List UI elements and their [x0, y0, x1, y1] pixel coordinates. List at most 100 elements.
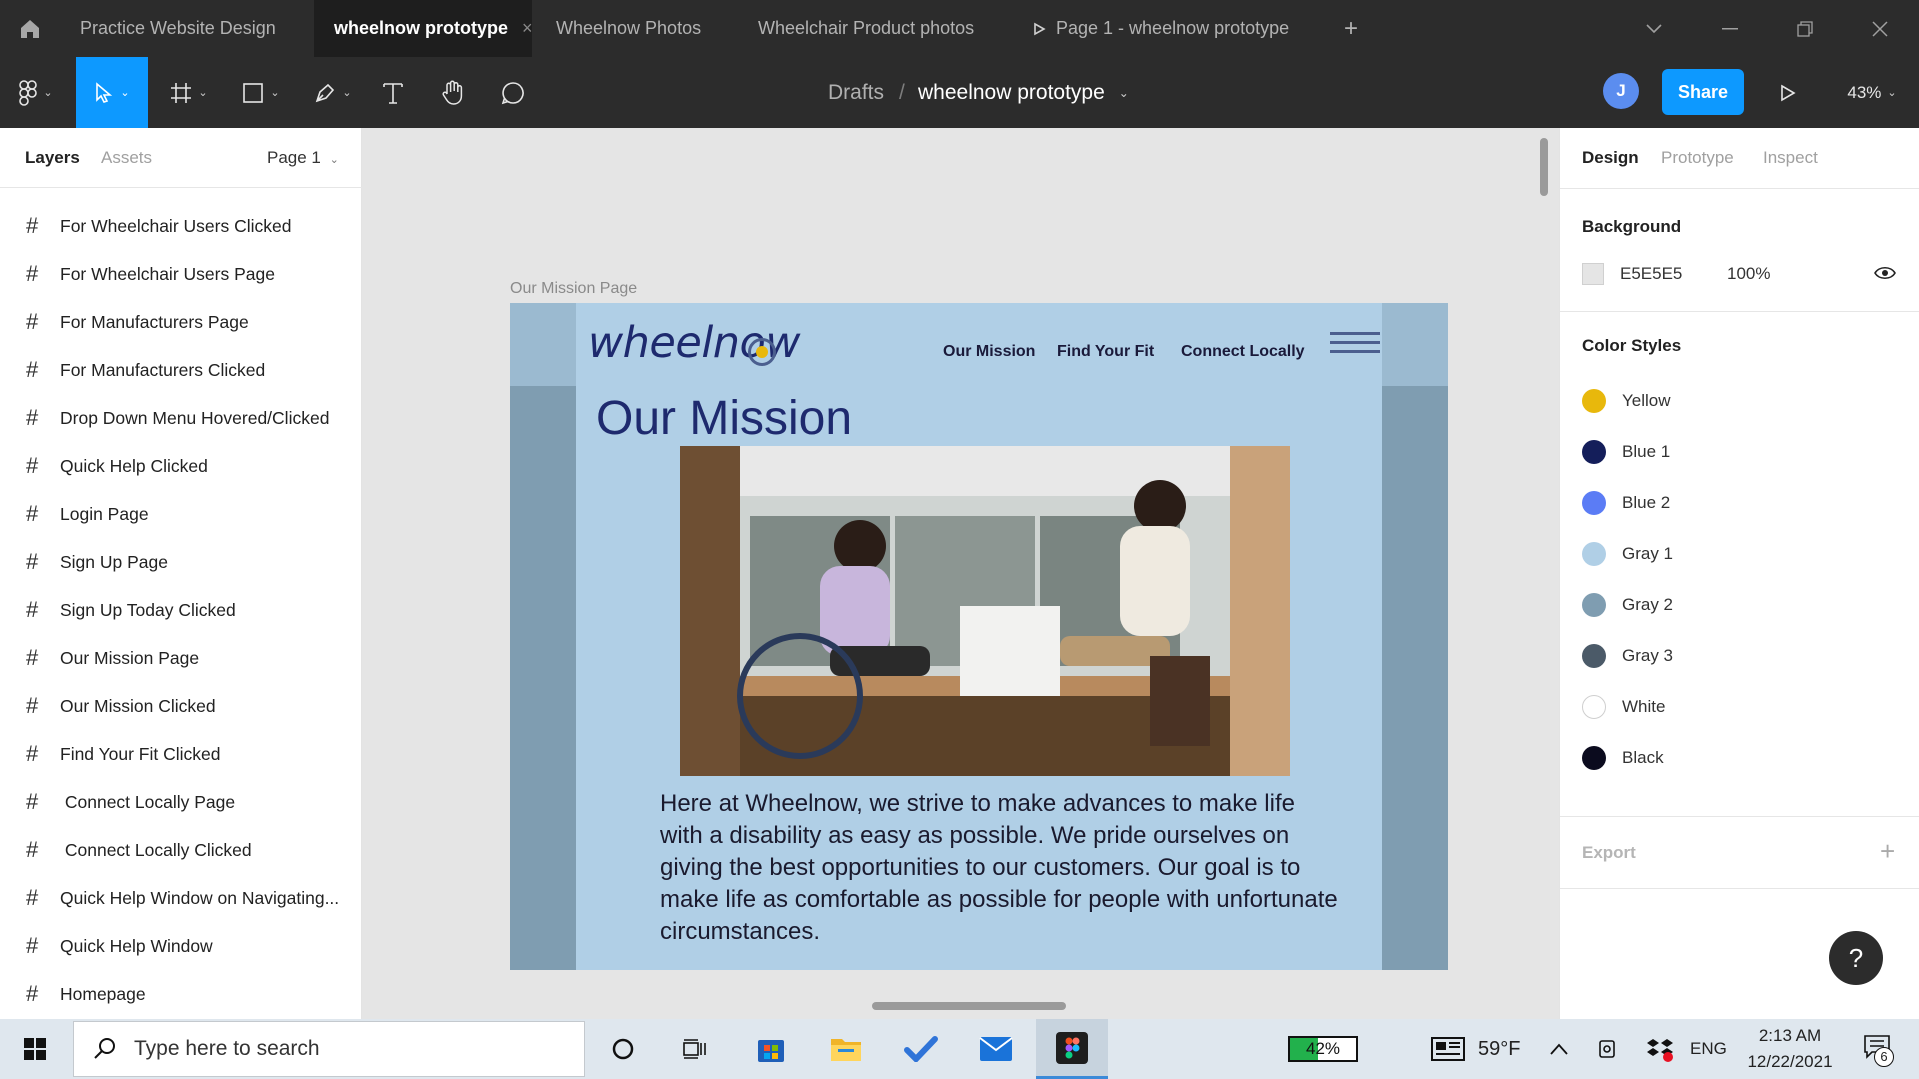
layer-label: For Wheelchair Users Clicked: [60, 215, 292, 236]
move-tool-button[interactable]: ⌄: [76, 57, 148, 128]
color-style-gray-1[interactable]: Gray 1: [1582, 539, 1673, 569]
close-tab-icon[interactable]: ×: [522, 18, 533, 39]
tab-prototype[interactable]: Prototype: [1661, 148, 1734, 168]
layer-item[interactable]: # Find Your Fit Clicked: [0, 730, 362, 778]
layer-item[interactable]: # Quick Help Window on Navigating...: [0, 874, 362, 922]
battery-indicator[interactable]: 42%: [1286, 1019, 1360, 1079]
layer-item[interactable]: # Connect Locally Clicked: [0, 826, 362, 874]
task-view-button[interactable]: [670, 1019, 720, 1079]
tab-layers[interactable]: Layers: [25, 148, 80, 168]
tab-inspect[interactable]: Inspect: [1763, 148, 1818, 168]
frame-tool-button[interactable]: ⌄: [160, 57, 218, 128]
restore-button[interactable]: [1775, 0, 1835, 57]
color-style-black[interactable]: Black: [1582, 743, 1664, 773]
tab-wheelchair-product-photos[interactable]: Wheelchair Product photos: [738, 0, 994, 57]
frame-icon: #: [26, 405, 39, 430]
nav-our-mission[interactable]: Our Mission: [943, 343, 1035, 361]
shape-tool-button[interactable]: ⌄: [232, 57, 290, 128]
layer-item[interactable]: # Login Page: [0, 490, 362, 538]
text-tool-button[interactable]: [374, 57, 412, 128]
close-window-button[interactable]: [1850, 0, 1910, 57]
color-swatch: [1582, 542, 1606, 566]
comment-tool-button[interactable]: [492, 57, 534, 128]
add-export-button[interactable]: +: [1880, 836, 1895, 867]
pen-tool-button[interactable]: ⌄: [304, 57, 362, 128]
language-indicator[interactable]: ENG: [1690, 1019, 1727, 1079]
show-hidden-icons-button[interactable]: [1544, 1019, 1574, 1079]
layer-item[interactable]: # Homepage: [0, 970, 362, 1018]
background-opacity-input[interactable]: 100%: [1727, 264, 1770, 284]
nav-connect-locally[interactable]: Connect Locally: [1181, 343, 1305, 361]
tab-wheelnow-photos[interactable]: Wheelnow Photos: [536, 0, 721, 57]
file-name[interactable]: wheelnow prototype ⌄: [918, 57, 1129, 128]
tab-list-button[interactable]: [1624, 0, 1684, 57]
color-style-blue-1[interactable]: Blue 1: [1582, 437, 1670, 467]
chevron-down-icon: ⌄: [198, 87, 208, 99]
layer-item[interactable]: # For Wheelchair Users Clicked: [0, 202, 362, 250]
tab-assets[interactable]: Assets: [101, 148, 152, 168]
layer-item[interactable]: # Quick Help Window: [0, 922, 362, 970]
todo-button[interactable]: [895, 1019, 947, 1079]
meet-now-button[interactable]: [1594, 1019, 1624, 1079]
dropbox-button[interactable]: [1643, 1019, 1677, 1079]
new-tab-button[interactable]: +: [1324, 0, 1378, 57]
layer-item[interactable]: # For Wheelchair Users Page: [0, 250, 362, 298]
layer-item[interactable]: # For Manufacturers Clicked: [0, 346, 362, 394]
tab-design[interactable]: Design: [1582, 148, 1639, 168]
layer-item[interactable]: # Our Mission Clicked: [0, 682, 362, 730]
taskbar: Type here to search 42% 59°F ENG 2:13 AM…: [0, 1019, 1919, 1079]
ms-store-button[interactable]: [745, 1019, 797, 1079]
layer-item[interactable]: # Sign Up Today Clicked: [0, 586, 362, 634]
layer-item[interactable]: # Connect Locally Page: [0, 778, 362, 826]
restore-icon: [1797, 20, 1813, 37]
start-button[interactable]: [10, 1019, 60, 1079]
frame-label[interactable]: Our Mission Page: [510, 280, 637, 298]
weather-temp[interactable]: 59°F: [1478, 1019, 1520, 1079]
our-mission-frame[interactable]: wheelnow Our Mission Find Your Fit Conne…: [510, 303, 1448, 970]
clock[interactable]: 2:13 AM 12/22/2021: [1745, 1023, 1835, 1075]
share-button[interactable]: Share: [1662, 69, 1744, 115]
canvas[interactable]: Our Mission Page wheelnow Our Mission Fi…: [362, 128, 1559, 1019]
layer-item[interactable]: # Our Mission Page: [0, 634, 362, 682]
present-button[interactable]: [1764, 57, 1812, 128]
taskbar-search[interactable]: Type here to search: [73, 1021, 585, 1077]
tab-page1-prototype[interactable]: Page 1 - wheelnow prototype: [1012, 0, 1309, 57]
hand-tool-button[interactable]: [432, 57, 474, 128]
avatar[interactable]: J: [1603, 73, 1639, 109]
layer-item[interactable]: # Drop Down Menu Hovered/Clicked: [0, 394, 362, 442]
layer-item[interactable]: # For Manufacturers Page: [0, 298, 362, 346]
cortana-button[interactable]: [598, 1019, 648, 1079]
horizontal-scrollbar[interactable]: [872, 1002, 1066, 1010]
color-style-blue-2[interactable]: Blue 2: [1582, 488, 1670, 518]
page-select[interactable]: Page 1 ⌄: [267, 148, 339, 168]
background-swatch[interactable]: [1582, 263, 1604, 285]
color-style-white[interactable]: White: [1582, 692, 1665, 722]
mail-button[interactable]: [970, 1019, 1022, 1079]
breadcrumb-drafts[interactable]: Drafts: [828, 57, 884, 128]
visibility-toggle[interactable]: [1874, 265, 1896, 286]
chevron-down-icon: ⌄: [342, 87, 352, 99]
file-explorer-button[interactable]: [820, 1019, 872, 1079]
zoom-select[interactable]: 43% ⌄: [1832, 57, 1912, 128]
color-style-gray-3[interactable]: Gray 3: [1582, 641, 1673, 671]
main-menu-button[interactable]: ⌄: [10, 57, 62, 128]
layer-item[interactable]: # Quick Help Clicked: [0, 442, 362, 490]
home-button[interactable]: [0, 0, 60, 57]
frame-icon: #: [26, 741, 39, 766]
minimize-button[interactable]: [1700, 0, 1760, 57]
color-style-yellow[interactable]: Yellow: [1582, 386, 1671, 416]
tab-practice-website-design[interactable]: Practice Website Design: [60, 0, 296, 57]
nav-find-your-fit[interactable]: Find Your Fit: [1057, 343, 1154, 361]
action-center-button[interactable]: 6: [1852, 1019, 1902, 1079]
color-style-label: Gray 1: [1622, 544, 1674, 563]
color-style-gray-2[interactable]: Gray 2: [1582, 590, 1673, 620]
tab-wheelnow-prototype[interactable]: wheelnow prototype ×: [314, 0, 533, 57]
help-button[interactable]: ?: [1829, 931, 1883, 985]
vertical-scrollbar[interactable]: [1540, 138, 1548, 196]
layer-item[interactable]: # Sign Up Page: [0, 538, 362, 586]
battery-icon: 42%: [1288, 1036, 1358, 1062]
background-hex-input[interactable]: E5E5E5: [1620, 264, 1682, 284]
hamburger-menu-icon[interactable]: [1330, 332, 1380, 354]
figma-taskbar-button[interactable]: [1036, 1019, 1108, 1079]
news-button[interactable]: [1428, 1019, 1468, 1079]
